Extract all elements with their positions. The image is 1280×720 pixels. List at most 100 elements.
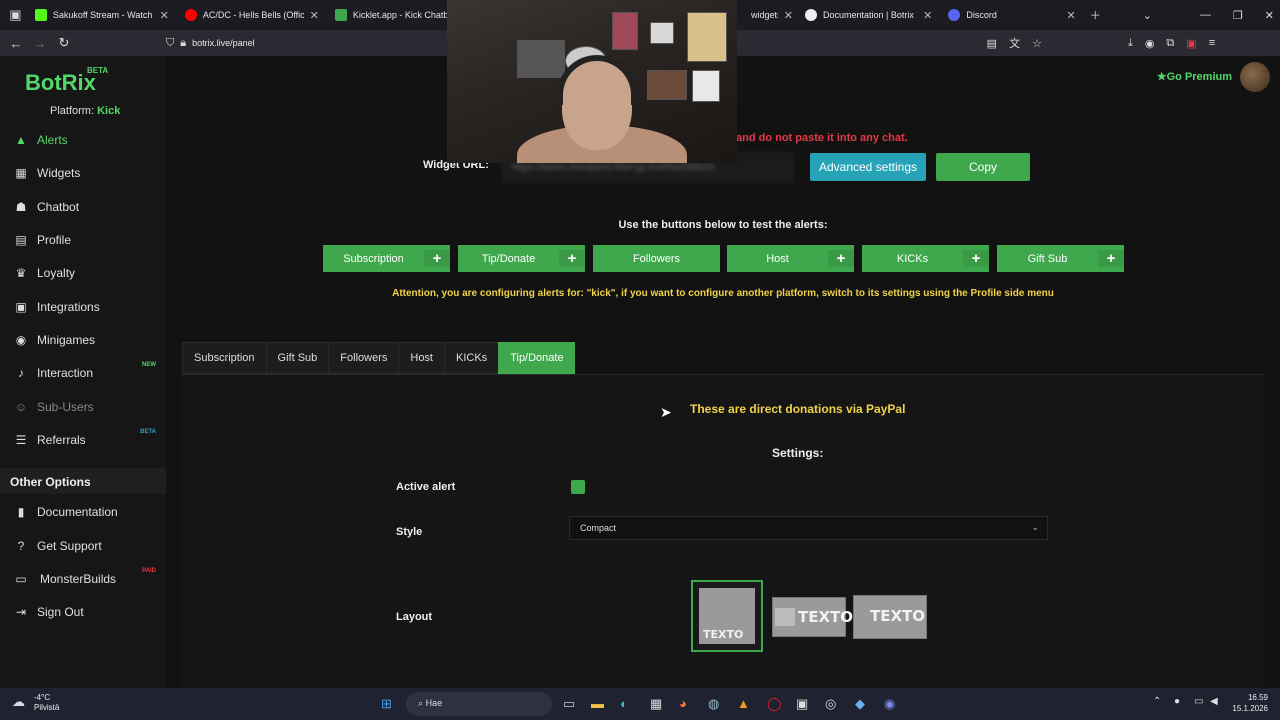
task-view-icon[interactable]: ▭ [563,696,575,712]
tab-subscription[interactable]: Subscription [182,342,266,374]
image-placeholder-icon [699,588,755,624]
active-alert-checkbox[interactable] [571,480,585,494]
vlc-icon[interactable]: ▲ [737,696,750,711]
test-subscription-button[interactable]: Subscription + [323,245,450,272]
windows-start-icon[interactable]: ⊞ [381,696,392,712]
test-tip-donate-button[interactable]: Tip/Donate + [458,245,585,272]
forward-icon[interactable]: → [28,36,52,51]
microphone-icon[interactable]: ● [1174,696,1180,707]
menu-icon[interactable]: ≡ [1209,37,1215,49]
browser-tab[interactable]: Discord ✕ [940,0,1083,30]
sidebar-item-referrals[interactable]: ☰ Referrals BETA [0,427,166,453]
store-icon[interactable]: ▦ [650,696,662,712]
tab-tip-donate[interactable]: Tip/Donate [498,342,575,374]
sidebar-item-chatbot[interactable]: ☗ Chatbot [0,194,166,220]
extension-red-icon[interactable]: ▣ [1186,37,1196,50]
steam-icon[interactable]: ◍ [708,696,719,712]
test-gift-sub-button[interactable]: Gift Sub + [997,245,1124,272]
style-select[interactable]: Compact ⌄ [569,516,1048,540]
volume-icon[interactable]: ◀ [1210,696,1218,707]
file-explorer-icon[interactable]: ▬ [591,696,604,711]
translate-icon[interactable]: 文 [1009,35,1020,51]
sidebar-item-label: Minigames [37,333,96,347]
taskbar-clock[interactable]: 16.59 15.1.2026 [1232,692,1268,714]
advanced-settings-button[interactable]: Advanced settings [810,153,926,181]
download-icon[interactable]: ⤓ [1128,37,1133,50]
sidebar-item-documentation[interactable]: ▮ Documentation [0,499,166,525]
paypal-note: These are direct donations via PayPal [690,402,906,416]
tab-gift-sub[interactable]: Gift Sub [265,342,329,374]
taskbar-search[interactable]: ⌕ Hae [406,692,552,716]
users-icon: ☺ [14,400,28,414]
copy-button[interactable]: Copy [936,153,1030,181]
edge-icon[interactable]: ◐ [620,696,628,711]
weather-widget[interactable]: -4°C Pilvistä [34,693,59,713]
browser-tab-active[interactable]: widgets ✕ [747,0,797,30]
settings-heading: Settings: [772,446,824,460]
layout-option-horizontal[interactable]: TEXTO [772,597,853,637]
sidebar-item-alerts[interactable]: ▲ Alerts [0,127,166,153]
account-icon[interactable]: ◉ [1145,37,1155,50]
terminal-icon[interactable]: ▣ [796,696,808,712]
layout-option-overlay[interactable]: TEXTO [853,595,927,639]
go-premium-link[interactable]: ★Go Premium [1157,70,1232,83]
tab-list-icon[interactable]: ▣ [4,7,27,23]
sidebar-item-monsterbuilds[interactable]: ▭ MonsterBuilds PAID [0,566,166,592]
tab-followers[interactable]: Followers [328,342,399,374]
window-icon: ▣ [15,300,27,314]
sidebar-item-widgets[interactable]: ▦ Widgets [0,160,166,186]
url-field[interactable]: botrix.live/panel [192,38,255,48]
test-host-button[interactable]: Host + [727,245,854,272]
test-kicks-button[interactable]: KICKs + [862,245,989,272]
firefox-icon[interactable]: ◕ [679,696,687,711]
sidebar-item-label: Sub-Users [37,400,94,414]
sidebar-item-sign-out[interactable]: ⇥ Sign Out [0,599,166,625]
close-tab-icon[interactable]: ✕ [310,9,319,22]
warning-icon: ▲ [15,133,27,147]
layout-option-vertical[interactable]: TEXTO [691,580,763,652]
sidebar-item-sub-users[interactable]: ☺ Sub-Users [0,394,166,420]
sidebar-item-get-support[interactable]: ? Get Support [0,533,166,559]
test-followers-button[interactable]: Followers [593,245,720,272]
tab-dropdown-icon[interactable]: ⌄ [1143,9,1152,22]
sidebar-item-interaction[interactable]: ♪ Interaction NEW [0,360,166,386]
test-button-label: Followers [632,252,681,265]
new-tab-icon[interactable]: ＋ [1090,7,1101,23]
sidebar-item-profile[interactable]: ▤ Profile [0,227,166,253]
app-icon[interactable]: ◆ [855,696,865,712]
bookmark-star-icon[interactable]: ☆ [1032,37,1042,50]
user-list-icon: ☰ [15,433,27,447]
botrix-logo[interactable]: BotRix [25,70,96,96]
extensions-icon[interactable]: ⧉ [1166,37,1174,50]
avatar[interactable] [1240,62,1270,92]
opera-icon[interactable]: ◯ [767,696,782,712]
tab-host[interactable]: Host [398,342,444,374]
tab-kicks[interactable]: KICKs [444,342,499,374]
discord-taskbar-icon[interactable]: ◉ [884,696,895,712]
browser-tab[interactable]: AC/DC - Hells Bells (Official 4K ✕ [177,0,327,30]
sidebar-item-loyalty[interactable]: ♛ Loyalty [0,260,166,286]
close-tab-icon[interactable]: ✕ [1066,9,1075,22]
reader-icon[interactable]: ▤ [987,37,997,50]
close-tab-icon[interactable]: ✕ [784,9,793,22]
close-tab-icon[interactable]: ✕ [923,9,932,22]
layout-label: Layout [396,611,433,623]
obs-icon[interactable]: ◎ [825,696,836,712]
sign-out-icon: ⇥ [15,605,27,619]
sidebar-item-minigames[interactable]: ◉ Minigames [0,327,166,353]
network-icon[interactable]: ▭ [1194,696,1203,707]
browser-tab[interactable]: Documentation | Botrix ✕ [797,0,940,30]
reload-icon[interactable]: ↻ [52,35,76,51]
maximize-icon[interactable]: ❐ [1233,9,1243,22]
tray-chevron-icon[interactable]: ⌃ [1153,696,1161,707]
sidebar-item-integrations[interactable]: ▣ Integrations [0,294,166,320]
minimize-icon[interactable]: — [1200,9,1211,21]
discord-favicon-icon [948,9,961,21]
weather-icon[interactable]: ☁ [12,694,25,710]
chat-icon: ☗ [15,200,27,214]
close-window-icon[interactable]: ✕ [1265,9,1274,22]
shield-icon[interactable]: ⛉ [166,37,174,50]
close-tab-icon[interactable]: ✕ [160,9,169,22]
back-icon[interactable]: ← [4,36,28,51]
browser-tab[interactable]: Sakukoff Stream - Watch Live o ✕ [27,0,177,30]
